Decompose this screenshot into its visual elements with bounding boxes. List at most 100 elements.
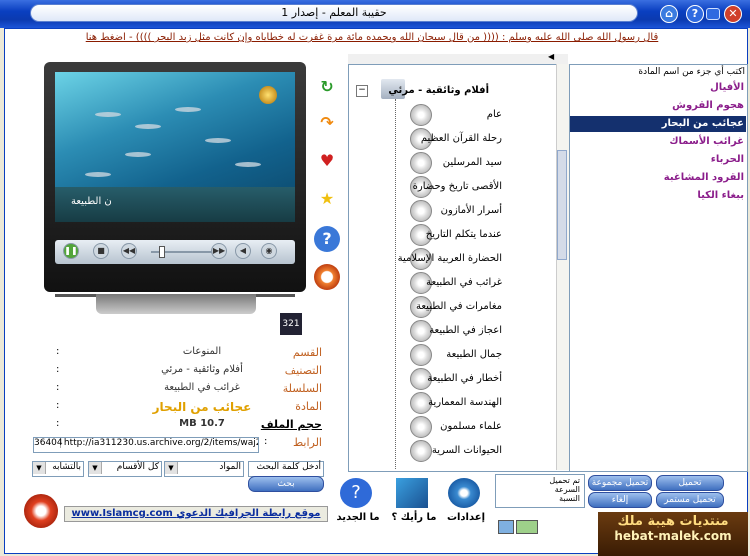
stop-button[interactable]: ■ xyxy=(93,243,109,259)
close-button[interactable]: ✕ xyxy=(724,5,742,23)
lifebuoy-icon[interactable] xyxy=(314,264,340,290)
material-item[interactable]: ببغاء الكيا xyxy=(697,190,744,201)
class-value: أفلام وثائقية - مرئي xyxy=(161,364,243,375)
colon: : xyxy=(56,400,60,411)
url-field[interactable]: 36404 http://ia311230.us.archive.org/2/i… xyxy=(33,437,259,453)
material-item[interactable]: الحرباء xyxy=(711,154,744,165)
size-value: 10.7 MB xyxy=(179,418,225,429)
tree-scroll-thumb[interactable] xyxy=(557,150,567,260)
colon: : xyxy=(56,418,60,429)
sections-select[interactable]: ▼ كل الأقسام xyxy=(88,461,162,477)
volume-icon[interactable]: ◀ xyxy=(235,243,251,259)
tree-item[interactable]: عام xyxy=(487,109,502,120)
tree-item[interactable]: الحيوانات السرية xyxy=(432,445,502,456)
cd-disc-icon xyxy=(410,440,432,462)
player-controls: ❚❚ ■ ◀◀ ▶▶ ◀ ◉ xyxy=(55,240,295,264)
search-button[interactable]: بحث xyxy=(248,476,324,492)
tree-item[interactable]: الأقصى تاريخ وحضارة xyxy=(413,181,502,192)
colon: : xyxy=(264,436,268,447)
tree-connector xyxy=(395,99,396,469)
url-value: http://ia311230.us.archive.org/2/items/w… xyxy=(63,438,258,448)
forward-button[interactable]: ▶▶ xyxy=(211,243,227,259)
match-mode-select[interactable]: ▼ بالتشابه xyxy=(32,461,84,477)
colon: : xyxy=(56,382,60,393)
tree-item[interactable]: جمال الطبيعة xyxy=(446,349,502,360)
rewind-button[interactable]: ◀◀ xyxy=(121,243,137,259)
fish-graphic xyxy=(175,107,201,112)
material-item[interactable]: غرائب الأسماك xyxy=(669,136,744,147)
material-row: المادة : عجائب من البحار xyxy=(26,400,322,416)
download-button[interactable]: تحميل xyxy=(656,475,724,491)
tree-item[interactable]: أسرار الأمازون xyxy=(441,205,502,216)
tree-item[interactable]: أخطار في الطبيعة xyxy=(427,373,502,384)
material-item[interactable]: عجائب من البحار xyxy=(662,118,744,129)
tree-item[interactable]: الهندسة المعمارية xyxy=(428,397,502,408)
settings-gear-icon[interactable] xyxy=(448,478,480,508)
seek-slider[interactable] xyxy=(159,246,165,258)
video-monitor: ن الطبيعة ❚❚ ■ ◀◀ ▶▶ ◀ ◉ xyxy=(44,62,306,297)
download-more-button[interactable]: تحميل مستمر xyxy=(656,492,724,508)
pause-button[interactable]: ❚❚ xyxy=(63,243,79,259)
material-item[interactable]: هجوم القروش xyxy=(672,100,744,111)
arrow-small-icon[interactable] xyxy=(516,520,538,534)
category-label: القسم xyxy=(292,346,322,359)
tree-item[interactable]: رحلة القرآن العظيم xyxy=(421,133,502,144)
scroll-left-arrow[interactable]: ◀ xyxy=(548,52,554,61)
cd-disc-icon xyxy=(410,104,432,126)
home-icon[interactable]: ⌂ xyxy=(660,5,678,23)
window-title: حقيبة المعلم - إصدار 1 xyxy=(30,4,638,22)
link-label: الرابط xyxy=(292,436,322,449)
fish-graphic xyxy=(135,124,161,129)
keyword-input[interactable]: أدخل كلمة البحث xyxy=(248,461,324,477)
tree-item[interactable]: سيد المرسلين xyxy=(443,157,502,168)
fish-graphic xyxy=(125,152,151,157)
watermark-line1: منتديات هيبة ملك xyxy=(617,514,729,529)
video-screen[interactable]: ن الطبيعة xyxy=(55,72,295,222)
watermark-banner: منتديات هيبة ملك hebat-malek.com xyxy=(598,512,748,556)
tree-item[interactable]: غرائب في الطبيعة xyxy=(426,277,502,288)
footer-link[interactable]: www.Islamcg.com موقع رابطة الجرافيك الدع… xyxy=(64,506,328,522)
settings-label[interactable]: إعدادات xyxy=(442,512,490,523)
home-small-icon[interactable] xyxy=(498,520,514,534)
tree-item[interactable]: مغامرات في الطبيعة xyxy=(416,301,502,312)
codec-icon[interactable]: 321 xyxy=(280,313,302,335)
channel-logo-icon xyxy=(259,86,277,104)
monitor-stand xyxy=(96,294,256,314)
tree-root[interactable]: أفلام وثائقية - مرئي xyxy=(388,85,489,96)
tree-scrollbar[interactable] xyxy=(556,64,569,470)
help-icon[interactable]: ? xyxy=(686,5,704,23)
tree-item[interactable]: الحضارة العربية الإسلامية xyxy=(398,253,502,264)
minimize-button[interactable] xyxy=(706,8,720,20)
match-mode-value: بالتشابه xyxy=(52,462,81,472)
channel-logo-text: ن الطبيعة xyxy=(71,196,112,207)
stop-download-button[interactable]: إلغاء xyxy=(588,492,652,508)
download-all-button[interactable]: تحميل مجموعة xyxy=(588,475,652,491)
help-circle-icon[interactable]: ? xyxy=(314,226,340,252)
whats-new-label[interactable]: ما الجديد xyxy=(334,512,382,523)
opinion-icon[interactable] xyxy=(396,478,428,508)
cd-disc-icon xyxy=(410,344,432,366)
materials-value: المواد xyxy=(219,462,241,472)
cd-disc-icon xyxy=(410,200,432,222)
whats-new-icon[interactable]: ? xyxy=(340,478,372,508)
tree-item[interactable]: اعجاز في الطبيعة xyxy=(429,325,502,336)
view-icon[interactable]: ◉ xyxy=(261,243,277,259)
tree-item[interactable]: علماء مسلمون xyxy=(440,421,502,432)
favorite-add-icon[interactable]: ♥ xyxy=(314,148,340,174)
tree-expander[interactable]: − xyxy=(356,85,368,97)
fish-graphic xyxy=(205,138,231,143)
material-item[interactable]: القرود المشاغبة xyxy=(664,172,744,183)
opinion-label[interactable]: ما رأيك ؟ xyxy=(390,512,438,523)
redo-icon[interactable]: ↷ xyxy=(314,110,340,136)
materials-search-prompt[interactable]: اكتب أي جزء من اسم المادة xyxy=(638,67,745,77)
title-bar: حقيبة المعلم - إصدار 1 ⌂ ? ✕ xyxy=(0,0,750,28)
status-speed: السرعة xyxy=(554,485,580,494)
materials-select[interactable]: ▼ المواد xyxy=(164,461,244,477)
star-icon[interactable]: ★ xyxy=(314,186,340,212)
tree-item[interactable]: عندما يتكلم التاريخ xyxy=(426,229,502,240)
watermark-line2: hebat-malek.com xyxy=(614,529,732,543)
hadith-marquee[interactable]: قال رسول الله صلى الله عليه وسلم : (((( … xyxy=(52,30,692,45)
keyword-placeholder: أدخل كلمة البحث xyxy=(256,462,321,472)
material-item[interactable]: الأفيال xyxy=(710,82,744,93)
refresh-icon[interactable]: ↻ xyxy=(314,74,340,100)
